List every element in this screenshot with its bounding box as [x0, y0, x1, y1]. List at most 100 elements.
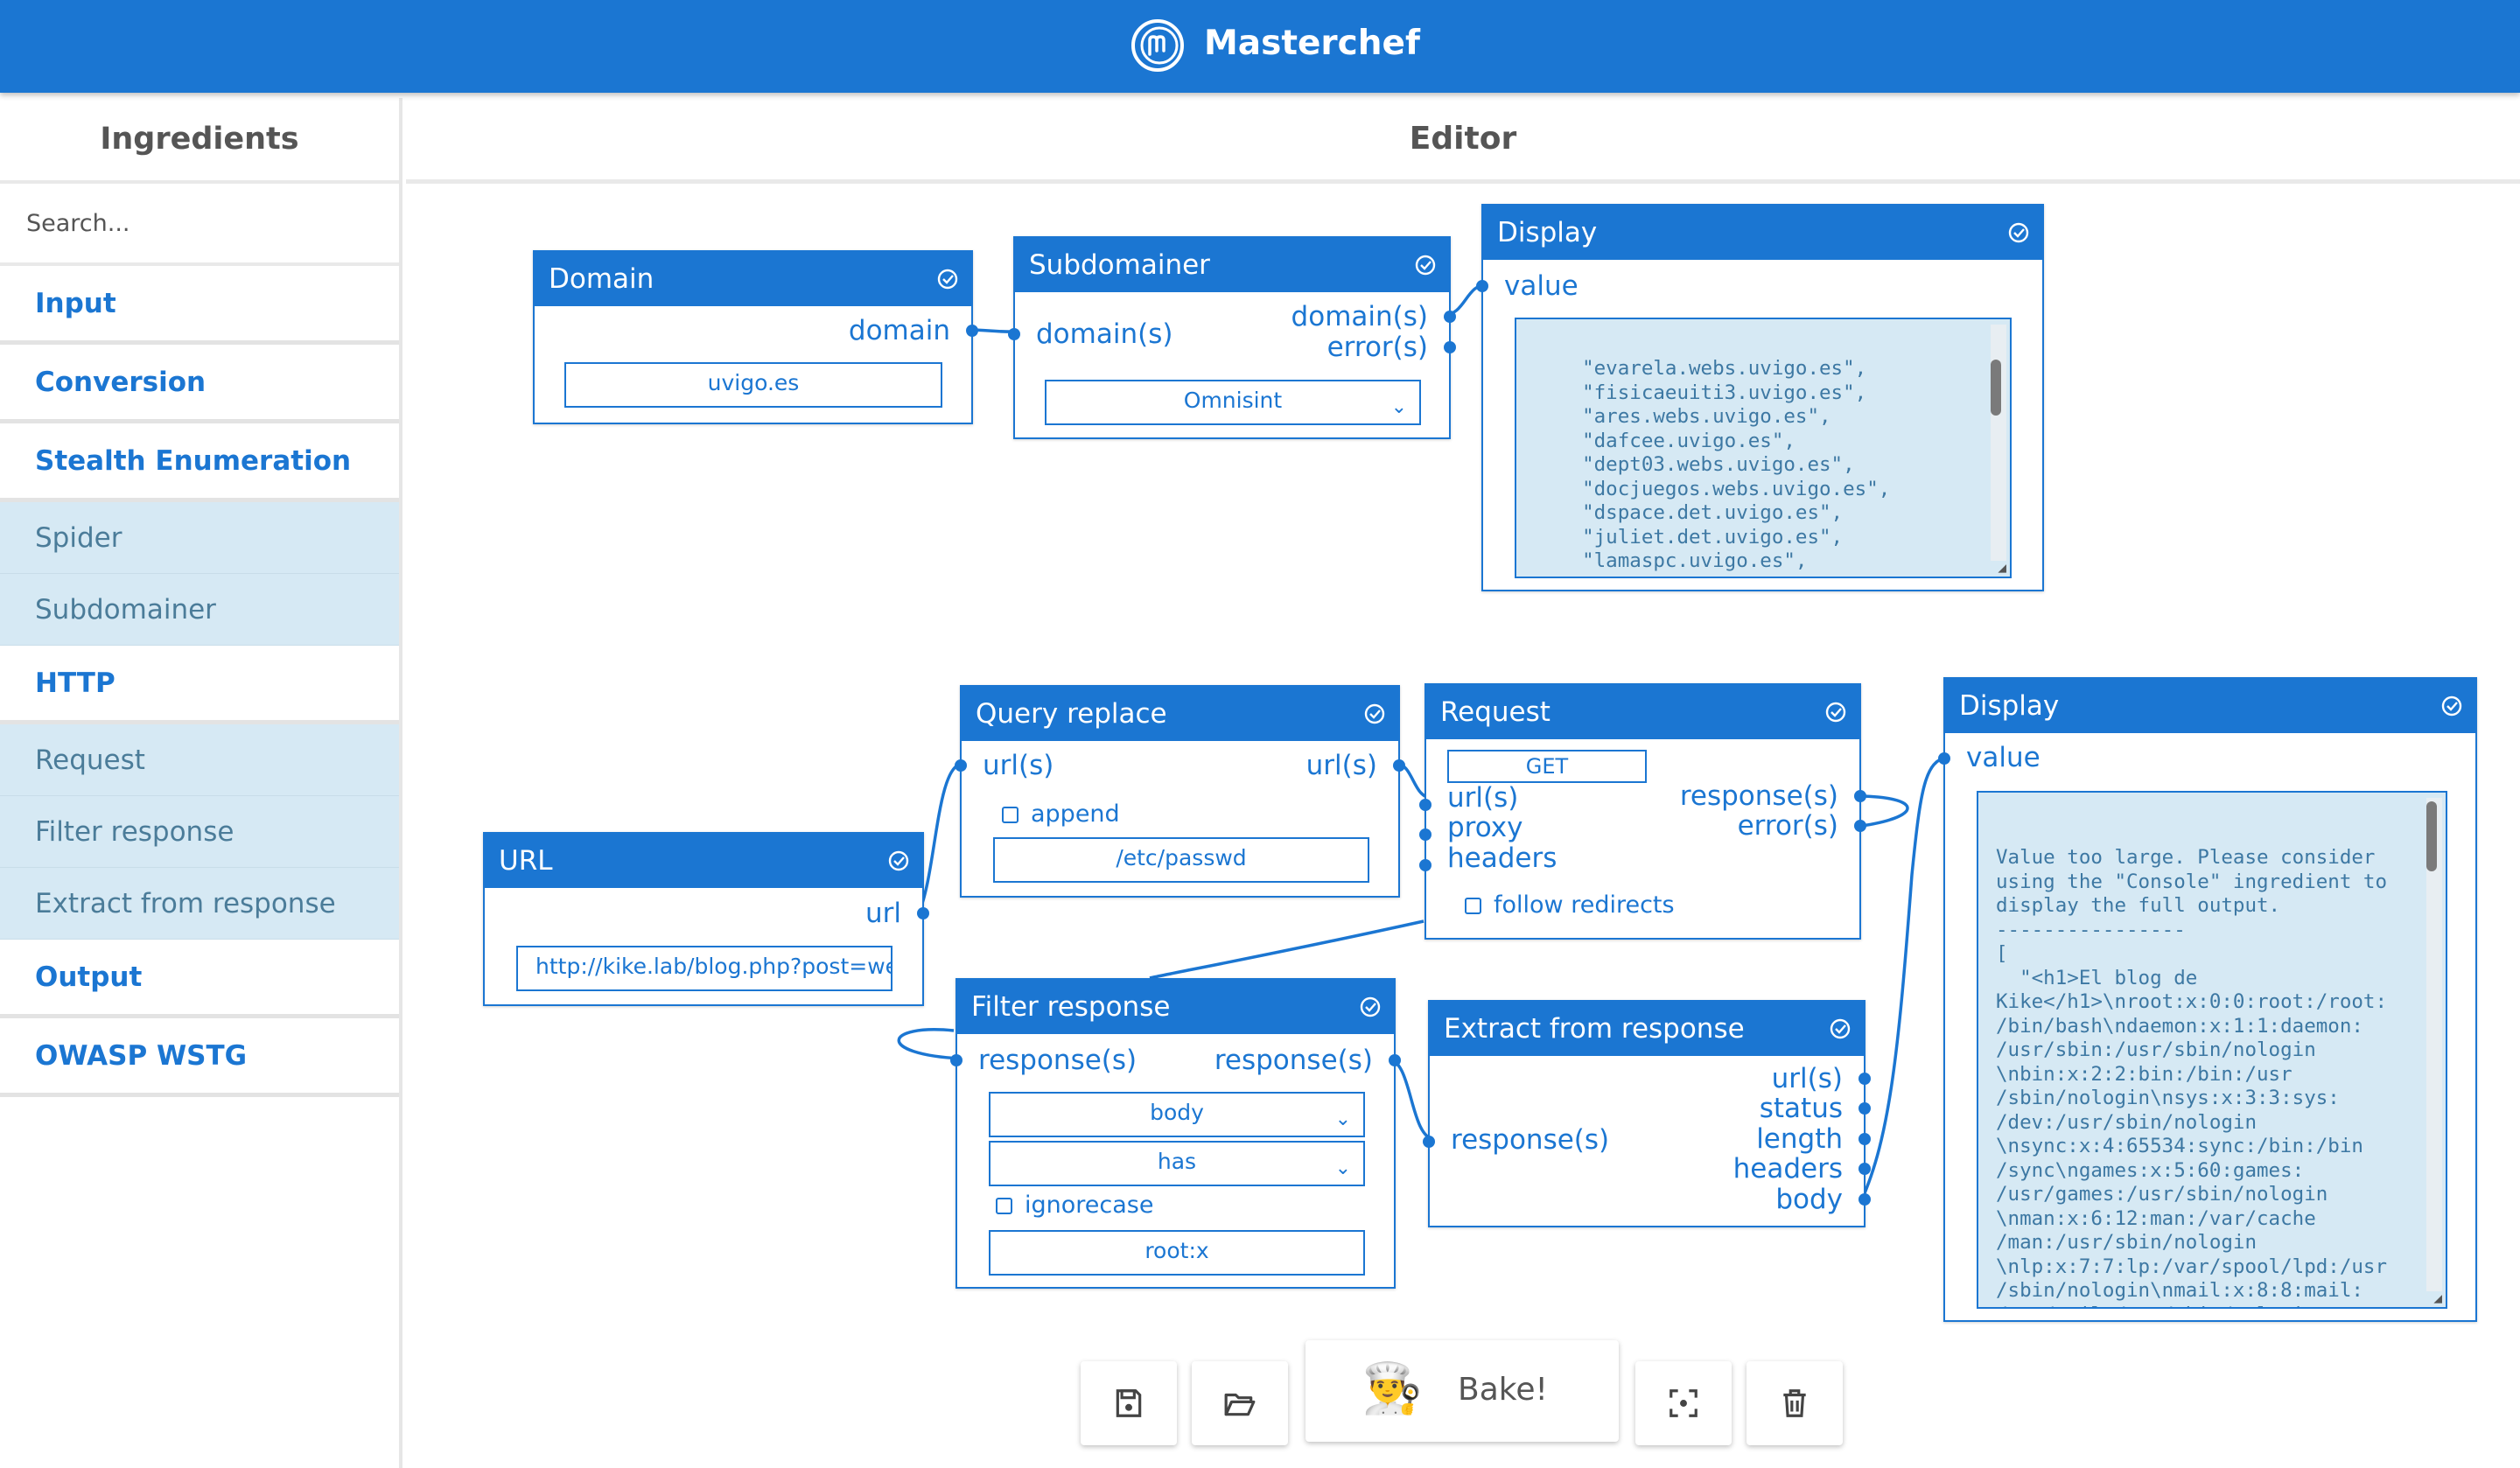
filter-value-input[interactable]: root:x	[989, 1230, 1365, 1276]
port-extract-body: body	[1775, 1184, 1843, 1215]
port-subdomainer-in-dot[interactable]	[1008, 328, 1020, 340]
replace-value-input[interactable]: /etc/passwd	[993, 837, 1369, 883]
node-domain[interactable]: Domain domain uvigo.es	[533, 250, 978, 424]
open-button[interactable]	[1192, 1361, 1288, 1445]
category-owasp-wstg[interactable]: OWASP WSTG	[0, 1018, 399, 1097]
output-line: /sbin/nologin\nmail:x:8:8:mail:	[1996, 1279, 2363, 1302]
check-circle-icon[interactable]	[1829, 1017, 1852, 1040]
ingredient-spider[interactable]: Spider	[0, 502, 399, 574]
check-circle-icon[interactable]	[1414, 254, 1437, 276]
bake-button[interactable]: 👨‍🍳 Bake!	[1306, 1340, 1619, 1442]
port-filter-in-dot[interactable]	[950, 1054, 962, 1066]
save-button[interactable]	[1081, 1361, 1177, 1445]
port-query-replace-out-dot[interactable]	[1393, 759, 1405, 772]
category-conversion[interactable]: Conversion	[0, 345, 399, 423]
display-2-scroll-thumb[interactable]	[2426, 801, 2437, 871]
check-circle-icon[interactable]	[936, 268, 959, 290]
output-line: Kike</h1>\nroot:x:0:0:root:/root:	[1996, 990, 2388, 1013]
check-circle-icon[interactable]	[2007, 221, 2030, 244]
display-1-scroll-thumb[interactable]	[1991, 360, 2001, 416]
follow-redirects-label: follow redirects	[1494, 891, 1675, 919]
port-extract-in: response(s)	[1451, 1124, 1610, 1156]
node-subdomainer-header[interactable]: Subdomainer	[1015, 238, 1449, 292]
output-line: "dafcee.uvigo.es",	[1558, 429, 1796, 452]
ingredient-subdomainer[interactable]: Subdomainer	[0, 574, 399, 646]
resize-grip-icon[interactable]: ◢	[2433, 1291, 2442, 1305]
node-display-2[interactable]: Display value Value too large. Please co…	[1938, 677, 2477, 1322]
port-request-proxy-dot[interactable]	[1419, 828, 1432, 841]
app-title: Masterchef	[1204, 24, 1420, 63]
port-display-2-in-dot[interactable]	[1938, 752, 1950, 765]
category-input[interactable]: Input	[0, 266, 399, 345]
ingredient-filter-response[interactable]: Filter response	[0, 796, 399, 868]
port-extract-urls-dot[interactable]	[1858, 1073, 1871, 1085]
port-display-1-in-dot[interactable]	[1476, 280, 1488, 292]
port-query-replace-in-dot[interactable]	[955, 759, 967, 772]
focus-button[interactable]	[1635, 1361, 1732, 1445]
port-domain-out-dot[interactable]	[966, 325, 978, 337]
append-checkbox[interactable]: append	[1002, 799, 1120, 830]
follow-redirects-checkbox[interactable]: follow redirects	[1465, 890, 1675, 921]
node-filter-response[interactable]: Filter response response(s) response(s) …	[950, 978, 1401, 1289]
node-url-header[interactable]: URL	[485, 834, 922, 888]
filter-field-select[interactable]: body ⌄	[989, 1092, 1365, 1137]
domain-input[interactable]: uvigo.es	[564, 362, 942, 408]
node-display-1-header[interactable]: Display	[1483, 206, 2042, 260]
node-display-1[interactable]: Display value "evarela.webs.uvigo.es", "…	[1476, 204, 2044, 591]
category-http[interactable]: HTTP	[0, 646, 399, 724]
port-extract-in-dot[interactable]	[1423, 1136, 1435, 1148]
display-1-scrollbar[interactable]	[1991, 325, 2006, 561]
display-2-output[interactable]: Value too large. Please consider using th…	[1977, 791, 2447, 1309]
node-request[interactable]: Request GET url(s) proxy headers respons…	[1419, 683, 1866, 940]
check-circle-icon[interactable]	[1363, 703, 1386, 725]
port-filter-out-dot[interactable]	[1389, 1054, 1401, 1066]
node-display-2-header[interactable]: Display	[1945, 679, 2475, 733]
search-input[interactable]	[26, 209, 373, 237]
ignorecase-checkbox[interactable]: ignorecase	[996, 1190, 1153, 1221]
category-output[interactable]: Output	[0, 940, 399, 1018]
url-input[interactable]: http://kike.lab/blog.php?post=well	[516, 946, 892, 991]
display-1-output[interactable]: "evarela.webs.uvigo.es", "fisicaeuiti3.u…	[1515, 318, 2012, 578]
node-extract-header[interactable]: Extract from response	[1430, 1002, 1864, 1056]
port-request-responses-dot[interactable]	[1854, 790, 1866, 802]
method-input[interactable]: GET	[1447, 750, 1647, 783]
ignorecase-box[interactable]	[996, 1198, 1012, 1214]
port-url-out-dot[interactable]	[917, 907, 929, 919]
output-line: ----------------	[1996, 918, 2186, 941]
check-circle-icon[interactable]	[1824, 701, 1847, 724]
category-stealth-enumeration[interactable]: Stealth Enumeration	[0, 423, 399, 502]
resize-grip-icon[interactable]: ◢	[1998, 561, 2006, 575]
port-query-replace-out: url(s)	[1306, 750, 1377, 781]
follow-redirects-box[interactable]	[1465, 898, 1481, 914]
node-query-replace[interactable]: Query replace url(s) url(s) append /etc/…	[955, 685, 1405, 898]
port-request-headers-dot[interactable]	[1419, 859, 1432, 871]
clear-button[interactable]	[1746, 1361, 1843, 1445]
ingredient-extract-from-response[interactable]: Extract from response	[0, 868, 399, 940]
check-circle-icon[interactable]	[2440, 695, 2463, 717]
port-request-url-dot[interactable]	[1419, 799, 1432, 811]
node-extract-from-response[interactable]: Extract from response response(s) url(s)…	[1423, 1000, 1871, 1227]
node-extract-title: Extract from response	[1444, 1013, 1745, 1045]
port-subdomainer-errors-dot[interactable]	[1444, 341, 1456, 353]
display-2-scrollbar[interactable]	[2426, 798, 2442, 1291]
port-extract-body-dot[interactable]	[1858, 1193, 1871, 1206]
port-request-errors-dot[interactable]	[1854, 820, 1866, 832]
node-query-replace-header[interactable]: Query replace	[962, 687, 1398, 741]
check-circle-icon[interactable]	[887, 849, 910, 872]
check-circle-icon[interactable]	[1359, 996, 1382, 1018]
node-url[interactable]: URL url http://kike.lab/blog.php?post=we…	[483, 832, 929, 1006]
node-subdomainer[interactable]: Subdomainer domain(s) domain(s) error(s)…	[1008, 236, 1456, 439]
node-filter-header[interactable]: Filter response	[957, 980, 1394, 1034]
port-extract-status-dot[interactable]	[1858, 1102, 1871, 1115]
filter-op-select[interactable]: has ⌄	[989, 1141, 1365, 1186]
append-label: append	[1031, 800, 1120, 828]
append-checkbox-box[interactable]	[1002, 807, 1018, 823]
node-domain-header[interactable]: Domain	[535, 252, 971, 306]
port-extract-headers-dot[interactable]	[1858, 1163, 1871, 1175]
output-line: display the full output.	[1996, 894, 2281, 917]
ingredient-request[interactable]: Request	[0, 724, 399, 796]
port-subdomainer-domains-dot[interactable]	[1444, 311, 1456, 323]
provider-select[interactable]: Omnisint ⌄	[1045, 380, 1421, 425]
node-request-header[interactable]: Request	[1426, 685, 1859, 739]
port-extract-length-dot[interactable]	[1858, 1133, 1871, 1145]
